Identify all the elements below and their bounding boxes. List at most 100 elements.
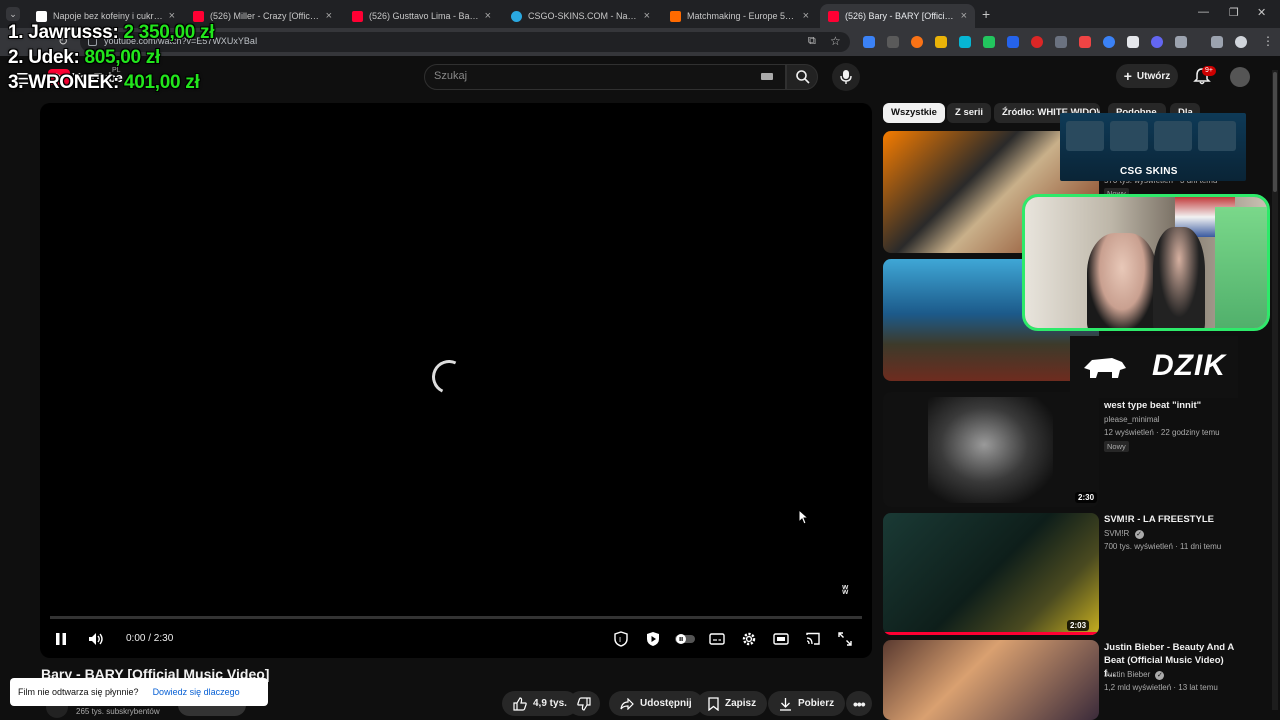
close-icon[interactable]: × [485,10,491,22]
donor-name: 2. Udek: [8,47,85,68]
search-input[interactable] [424,64,786,90]
tab-3[interactable]: (526) Gusttavo Lima - Balada (L × [344,4,499,28]
pause-button[interactable] [52,630,70,648]
extension-icon[interactable] [935,36,947,48]
channel-name[interactable]: please_minimal [1104,413,1160,426]
like-count: 4,9 tys. [533,698,567,709]
reading-list-icon[interactable] [1211,36,1223,48]
extension-icon[interactable] [983,36,995,48]
chip-all[interactable]: Wszystkie [883,103,945,123]
extension-icon[interactable] [863,36,875,48]
close-icon[interactable]: × [169,10,175,22]
channel-watermark-icon[interactable]: ʬ [842,583,848,597]
voice-search-button[interactable] [832,63,860,91]
download-button[interactable]: Pobierz [768,691,846,716]
theater-mode-button[interactable] [772,630,790,648]
browser-menu-icon[interactable]: ⋮ [1262,34,1274,48]
dislike-button[interactable] [568,691,600,716]
share-label: Udostępnij [640,698,692,709]
extension-icon[interactable] [959,36,971,48]
progress-bar[interactable] [50,616,862,619]
boar-icon [1084,358,1126,378]
tab-title: Matchmaking - Europe 5v5 Qu [687,11,797,21]
profile-icon[interactable] [1235,36,1247,48]
tab-4[interactable]: CSGO-SKINS.COM - Najlepsze × [503,4,658,28]
tab-5[interactable]: Matchmaking - Europe 5v5 Qu × [662,4,817,28]
close-icon[interactable]: × [644,10,650,22]
keyboard-icon[interactable] [761,73,773,80]
subtitles-button[interactable] [708,630,726,648]
close-icon[interactable]: × [961,10,967,22]
chip-from-series[interactable]: Z serii [947,103,991,123]
site-favicon [36,10,47,22]
share-button[interactable]: Udostępnij [609,691,703,716]
youtube-favicon [352,10,363,22]
extension-icon[interactable] [911,36,923,48]
recommended-title[interactable]: west type beat "innit" [1104,399,1234,412]
playback-issue-toast: Film nie odtwarza się płynnie? Dowiedz s… [10,678,268,706]
fullscreen-button[interactable] [836,630,854,648]
channel-row[interactable]: SVM!R ✓ [1104,527,1144,540]
sponsorblock-button[interactable]: I [612,630,630,648]
volume-button[interactable] [87,630,105,648]
account-avatar[interactable] [1230,67,1250,87]
cast-button[interactable] [804,630,822,648]
recommended-thumbnail[interactable] [883,640,1099,720]
search-button[interactable] [786,64,818,90]
tab-6-active[interactable]: (526) Bary - BARY [Official Mus × [820,4,975,28]
extensions-puzzle-icon[interactable] [1175,36,1187,48]
recommended-thumbnail[interactable] [883,392,1099,507]
donation-rank-2: 2. Udek: 805,00 zł [8,47,160,69]
maximize-icon[interactable]: ❐ [1229,6,1239,19]
extension-icon[interactable] [1031,36,1043,48]
tab-search-icon[interactable]: ⌄ [6,7,20,21]
donor-name: 3. WRONEK: [8,72,124,93]
verified-icon: ✓ [1155,671,1165,680]
learn-why-link[interactable]: Dowiedz się dlaczego [153,687,240,697]
close-window-icon[interactable]: ✕ [1257,6,1266,19]
autoplay-toggle[interactable] [674,630,696,648]
expand-icon [838,632,852,646]
scrollbar-thumb[interactable] [1273,72,1277,192]
create-label: Utwórz [1136,70,1171,82]
csgo-skins-favicon [511,10,522,22]
extension-player-button[interactable] [644,630,662,648]
close-icon[interactable]: × [326,10,332,22]
download-label: Pobierz [798,698,835,709]
second-person-figure [1153,227,1205,328]
channel-name[interactable]: Justin Bieber [1104,670,1150,679]
donation-amount: 2 350,00 zł [123,22,215,43]
close-icon[interactable]: × [803,10,809,22]
recommended-thumbnail[interactable] [883,513,1099,635]
create-button[interactable]: + Utwórz [1116,64,1178,88]
settings-button[interactable] [740,630,758,648]
bookmark-star-icon[interactable]: ☆ [830,34,841,48]
extension-icon[interactable] [1055,36,1067,48]
weapon-skin-card [1066,121,1104,151]
channel-row[interactable]: Justin Bieber ✓ [1104,668,1165,681]
extension-icon[interactable] [887,36,899,48]
save-button[interactable]: Zapisz [697,691,768,716]
minimize-icon[interactable]: — [1198,6,1209,18]
tab-title: Napoje bez kofeiny i cukru | Wi [53,11,163,21]
extension-icon[interactable] [1079,36,1091,48]
energy-drink-shelf [1215,207,1267,328]
sponsor-logo-text: CSG SKINS [1120,166,1178,177]
subscriber-count: 265 tys. subskrybentów [76,707,160,716]
recommended-meta: 700 tys. wyświetleń · 11 dni temu [1104,542,1222,551]
more-actions-button[interactable]: ••• [846,691,872,716]
extension-icon[interactable] [1127,36,1139,48]
like-button[interactable]: 4,9 tys. [502,691,578,716]
toast-message: Film nie odtwarza się płynnie? [18,687,139,697]
download-icon [780,697,791,711]
install-app-icon[interactable]: ⧉ [808,35,816,48]
extension-icon[interactable] [1007,36,1019,48]
extension-icon[interactable] [1151,36,1163,48]
pause-icon [56,633,66,645]
dzik-logo-text: DZIK [1152,349,1226,382]
new-tab-icon[interactable]: + [982,6,990,22]
extension-icon[interactable] [1103,36,1115,48]
recommended-title[interactable]: SVM!R - LA FREESTYLE [1104,513,1234,526]
youtube-favicon [193,10,204,22]
channel-name[interactable]: SVM!R [1104,529,1129,538]
